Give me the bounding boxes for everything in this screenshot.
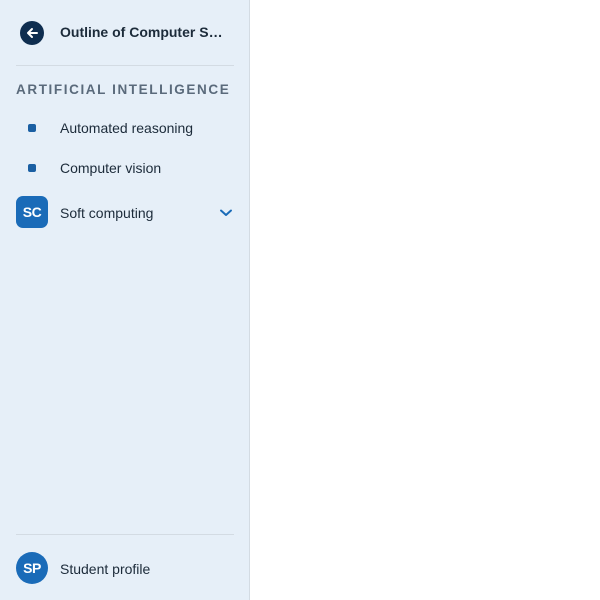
back-button[interactable] bbox=[20, 21, 44, 45]
header-divider bbox=[16, 65, 234, 66]
chevron-down-icon[interactable] bbox=[218, 205, 234, 221]
sidebar-header: Outline of Computer Sci... bbox=[0, 0, 249, 65]
footer-divider bbox=[16, 534, 234, 535]
nav-item-label: Automated reasoning bbox=[60, 120, 194, 136]
student-profile-label: Student profile bbox=[60, 561, 151, 577]
nav-item-label: Soft computing bbox=[60, 205, 154, 221]
sidebar: Outline of Computer Sci... ARTIFICIAL IN… bbox=[0, 0, 250, 600]
nav-item-automated-reasoning[interactable]: Automated reasoning bbox=[0, 112, 249, 144]
avatar: SP bbox=[16, 552, 48, 584]
main-content bbox=[251, 0, 600, 600]
nav-item-computer-vision[interactable]: Computer vision bbox=[0, 152, 249, 184]
bullet-icon bbox=[28, 164, 36, 172]
course-title: Outline of Computer Sci... bbox=[60, 24, 228, 40]
soft-computing-badge: SC bbox=[16, 196, 48, 228]
arrow-left-icon bbox=[27, 28, 38, 38]
bullet-icon bbox=[28, 124, 36, 132]
student-profile-link[interactable]: SP Student profile bbox=[0, 552, 249, 584]
app-window: Outline of Computer Sci... ARTIFICIAL IN… bbox=[0, 0, 600, 600]
nav-item-label: Computer vision bbox=[60, 160, 162, 176]
section-heading: ARTIFICIAL INTELLIGENCE bbox=[16, 82, 231, 97]
nav-item-soft-computing[interactable]: SC Soft computing bbox=[0, 196, 249, 228]
